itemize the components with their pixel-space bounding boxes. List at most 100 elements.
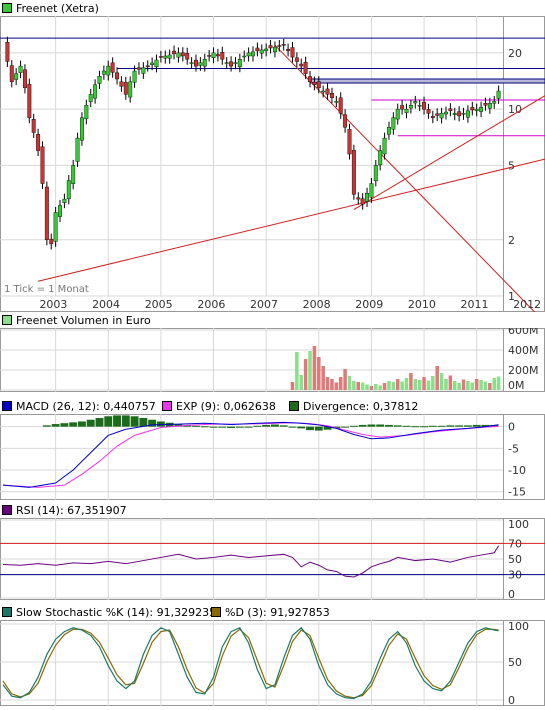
candle — [40, 146, 45, 184]
volume-swatch-icon — [2, 315, 12, 325]
candle — [290, 47, 295, 58]
stoch-d-swatch-icon — [211, 607, 221, 617]
candle — [391, 117, 396, 130]
price-chart: 12510202003 2004 2005 2006 2007 2008 2009 2010 2… — [0, 16, 545, 312]
candle — [264, 48, 269, 52]
price-ytick-label: 10 — [508, 103, 522, 116]
divergence-bar — [104, 416, 113, 427]
divergence-bar — [121, 415, 130, 427]
candle — [14, 73, 19, 80]
candle — [452, 113, 457, 115]
candle — [404, 108, 409, 114]
divergence-bar — [235, 426, 244, 428]
divergence-bar — [463, 425, 472, 427]
candle — [373, 165, 378, 182]
candle — [325, 88, 330, 95]
candle — [71, 165, 76, 184]
macd-ytick-label: -15 — [508, 486, 526, 499]
volume-title: Freenet Volumen in Euro — [16, 314, 151, 327]
candle — [365, 192, 369, 202]
candle — [321, 90, 326, 93]
candle — [233, 62, 238, 64]
price-xtick-label: 2005 — [145, 298, 173, 311]
rsi-ytick-label: 50 — [508, 553, 522, 566]
volume-bar — [334, 382, 339, 390]
volume-bar — [400, 381, 404, 390]
price-xtick-label: 2011 — [460, 298, 488, 311]
price-legend-item: Freenet (Xetra) — [2, 2, 99, 15]
macd-label: MACD (26, 12): 0,440757 — [16, 400, 156, 413]
candle — [347, 129, 352, 155]
volume-bar — [444, 379, 448, 390]
rsi-legend: RSI (14): 67,351907 — [0, 502, 545, 518]
volume-ytick-label: 600M — [508, 328, 539, 337]
candle — [176, 52, 181, 58]
candle — [106, 65, 111, 76]
stoch-ytick-label: 50 — [508, 656, 522, 669]
divergence-bar — [244, 426, 253, 428]
volume-bar — [290, 382, 295, 390]
volume-bar — [338, 377, 343, 390]
candle — [294, 57, 299, 62]
candle — [378, 150, 383, 166]
candle — [417, 104, 422, 107]
panel-frame — [0, 414, 545, 500]
macd-ytick-label: -10 — [508, 464, 526, 477]
divergence-legend-item: Divergence: 0,37812 — [289, 400, 418, 413]
volume-legend-item: Freenet Volumen in Euro — [2, 314, 151, 327]
divergence-bar — [113, 415, 121, 427]
candle — [426, 109, 431, 114]
support-trendline — [37, 158, 545, 282]
candle — [255, 47, 260, 52]
volume-bar — [382, 383, 387, 390]
candle — [496, 90, 501, 99]
candle — [329, 93, 334, 99]
candle — [101, 70, 106, 75]
volume-bar — [303, 359, 308, 390]
rsi-label: RSI (14): 67,351907 — [16, 504, 127, 517]
candle — [53, 212, 58, 242]
candle — [202, 59, 207, 67]
candle — [154, 59, 159, 68]
candle — [172, 50, 177, 55]
candle — [242, 55, 247, 58]
candle — [268, 45, 273, 49]
divergence-bar — [314, 426, 323, 431]
stoch-k-legend-item: Slow Stochastic %K (14): 91,329235 — [2, 606, 216, 619]
volume-bar — [417, 380, 422, 390]
candle — [79, 117, 84, 141]
volume-bar — [317, 357, 321, 390]
volume-bar — [404, 378, 409, 390]
candle — [49, 238, 54, 245]
divergence-bar — [420, 426, 428, 428]
candle — [430, 116, 435, 118]
volume-bar — [391, 382, 396, 390]
volume-bar — [409, 373, 413, 390]
candle — [251, 51, 255, 57]
volume-bar — [457, 383, 461, 390]
candle — [167, 54, 172, 59]
candle — [189, 62, 194, 64]
candle — [158, 56, 163, 58]
candle — [31, 119, 36, 133]
candle — [220, 52, 225, 60]
candle — [119, 81, 124, 87]
divergence-bar — [279, 425, 288, 427]
rsi-ytick-label: 70 — [508, 537, 522, 550]
divergence-bar — [341, 426, 350, 428]
candle — [448, 108, 453, 111]
stoch-k-swatch-icon — [2, 607, 12, 617]
candle — [483, 103, 488, 106]
volume-bar — [461, 379, 466, 390]
stoch-k-label: Slow Stochastic %K (14): 91,329235 — [16, 606, 217, 619]
candle — [150, 62, 155, 65]
volume-chart: 0M 200M 400M 600M — [0, 328, 545, 392]
candle — [27, 83, 32, 118]
candle — [44, 186, 49, 240]
macd-legend: MACD (26, 12): 0,440757 EXP (9): 0,06263… — [0, 398, 545, 414]
candle — [132, 70, 137, 83]
candle — [62, 198, 67, 203]
candle — [163, 55, 168, 59]
candle — [93, 84, 98, 99]
volume-bar — [466, 381, 470, 390]
